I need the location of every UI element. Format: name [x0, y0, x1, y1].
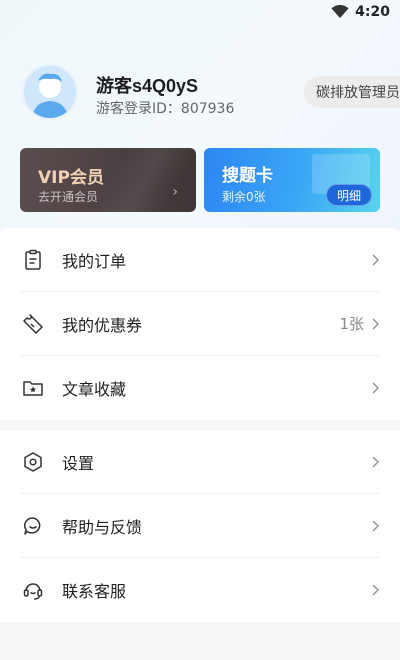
- menu-item-orders[interactable]: 我的订单: [20, 228, 380, 292]
- menu-right: [364, 455, 380, 469]
- clipboard-icon: [25, 249, 41, 270]
- search-card-title: 搜题卡: [222, 166, 273, 186]
- admin-role-button[interactable]: 碳排放管理员: [304, 76, 400, 108]
- admin-role-label: 碳排放管理员: [316, 85, 400, 101]
- menu-item-customer-service[interactable]: 联系客服: [20, 558, 380, 622]
- profile-name: 游客s4Q0yS: [96, 76, 199, 96]
- detail-button[interactable]: 明细: [325, 184, 372, 206]
- menu-label: 我的订单: [62, 251, 127, 271]
- menu-item-coupons[interactable]: 我的优惠券 1张: [20, 292, 380, 356]
- vip-card[interactable]: VIP会员 去开通会员 ›: [20, 148, 196, 212]
- status-time: 4:20: [355, 4, 390, 20]
- chevron-right-icon: [372, 317, 380, 330]
- detail-label: 明细: [336, 188, 361, 203]
- menu-group-orders: 我的订单 我的优惠券 1张 文章收藏: [0, 228, 400, 420]
- wifi-icon: [331, 5, 349, 18]
- chevron-right-icon: [372, 455, 380, 468]
- chevron-right-icon: [372, 253, 380, 266]
- menu-right: [364, 519, 380, 533]
- profile-section: 游客s4Q0yS 游客登录ID：807936 碳排放管理员: [22, 64, 400, 124]
- menu-right: [364, 253, 380, 267]
- chevron-right-icon: [372, 519, 380, 532]
- search-card[interactable]: 搜题卡 剩余0张 明细: [204, 148, 380, 212]
- menu-right: [364, 381, 380, 395]
- user-avatar-icon: [32, 73, 68, 118]
- menu-right: 1张: [339, 313, 380, 334]
- menu-group-settings: 设置 帮助与反馈 联系客服: [0, 430, 400, 622]
- folder-star-icon: [23, 381, 43, 396]
- menu-item-help-feedback[interactable]: 帮助与反馈: [20, 494, 380, 558]
- vip-subtitle: 去开通会员: [38, 190, 99, 204]
- chat-bubble-icon: [24, 516, 41, 535]
- hexagon-settings-icon: [24, 451, 42, 472]
- status-bar: 4:20: [0, 0, 400, 24]
- chevron-right-icon: [372, 584, 380, 596]
- coupon-count: 1张: [339, 315, 364, 333]
- vip-chevron-icon: ›: [172, 184, 178, 200]
- menu-label: 我的优惠券: [62, 315, 143, 335]
- ticket-icon: [23, 313, 43, 334]
- menu-item-settings[interactable]: 设置: [20, 430, 380, 494]
- menu-item-favorites[interactable]: 文章收藏: [20, 356, 380, 420]
- headset-icon: [23, 583, 43, 600]
- menu-label: 设置: [62, 453, 95, 473]
- header-background: [0, 0, 400, 260]
- menu-label: 帮助与反馈: [62, 517, 143, 537]
- search-card-remaining: 剩余0张: [222, 190, 266, 204]
- menu-right: [364, 583, 380, 597]
- menu-label: 联系客服: [62, 582, 127, 601]
- chevron-right-icon: [372, 382, 380, 394]
- avatar[interactable]: [22, 64, 78, 120]
- vip-title: VIP会员: [38, 168, 104, 188]
- profile-login-id: 游客登录ID：807936: [96, 101, 235, 117]
- menu-label: 文章收藏: [62, 380, 127, 399]
